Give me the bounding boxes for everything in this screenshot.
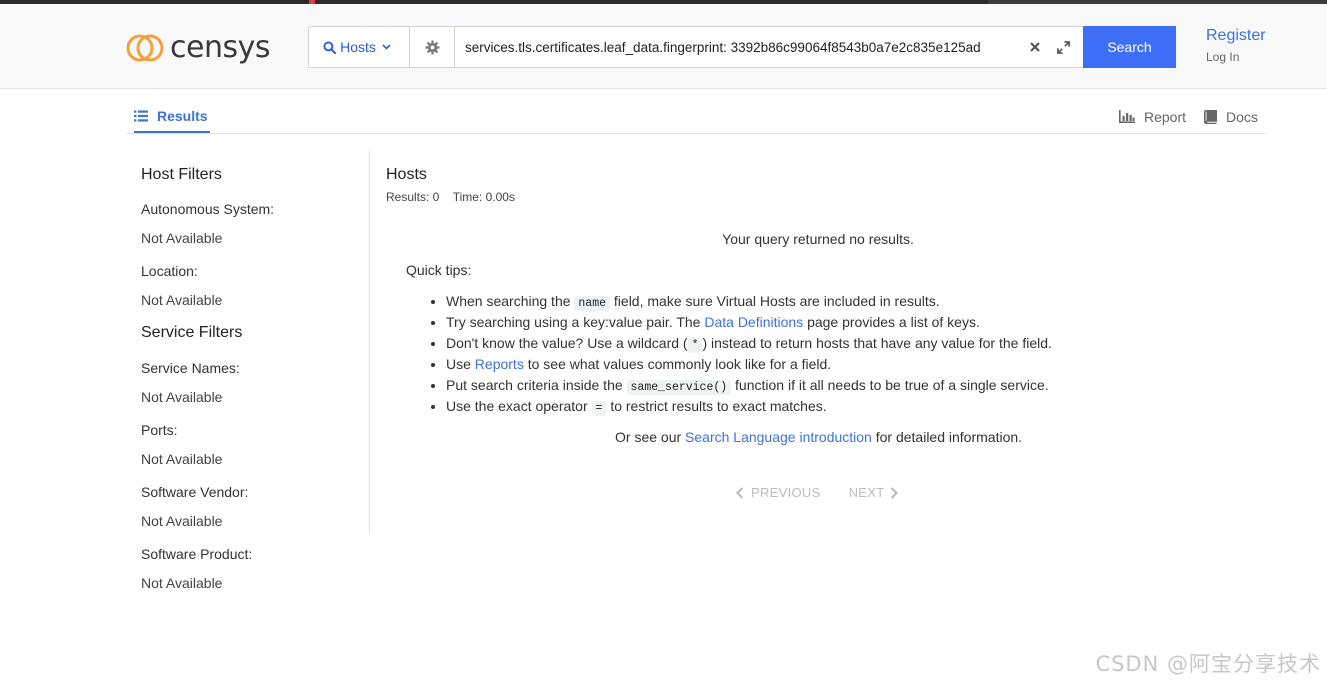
search-language-note: Or see our Search Language introduction … [615,429,1023,445]
report-link-label: Report [1144,108,1187,125]
next-page-button[interactable]: NEXT [849,485,899,500]
register-link[interactable]: Register [1206,27,1266,45]
code-snippet: = [591,401,607,416]
filter-label: Ports: [141,422,178,438]
results-tabbar: Results Report Docs [126,100,1266,134]
results-count: Results: 0 [386,190,440,204]
code-snippet: name [574,296,611,311]
filter-value: Not Available [141,292,223,308]
filter-value: Not Available [141,513,223,529]
filter-label: Software Vendor: [141,484,249,500]
close-icon [1030,42,1040,52]
list-item: Try searching using a key:value pair. Th… [446,312,1052,333]
search-button[interactable]: Search [1083,26,1176,68]
docs-link[interactable]: Docs [1204,100,1258,133]
docs-link-label: Docs [1226,108,1258,125]
book-icon [1204,109,1217,124]
search-bar: Hosts services.tls.certificates.leaf_dat… [308,26,1176,68]
no-results-message: Your query returned no results. [722,231,914,247]
list-item: Don't know the value? Use a wildcard (*)… [446,333,1052,354]
list-icon [134,110,148,121]
filter-value: Not Available [141,451,223,467]
login-link[interactable]: Log In [1206,50,1239,64]
bar-chart-icon [1119,110,1135,123]
filter-label: Location: [141,263,198,279]
tab-results[interactable]: Results [134,100,210,133]
pagination: PREVIOUS NEXT [736,485,899,500]
chevron-down-icon [382,44,391,50]
filter-label: Software Product: [141,546,253,562]
list-item: Use the exact operator = to restrict res… [446,396,1052,417]
filter-value: Not Available [141,389,223,405]
code-snippet: same_service() [626,380,732,395]
search-query-input[interactable] [455,27,1021,67]
search-scope-select[interactable]: Hosts [309,27,410,67]
censys-logo[interactable]: censys [126,30,270,66]
gear-icon [424,39,440,55]
sidebar-divider [369,150,370,534]
list-item: Put search criteria inside the same_serv… [446,375,1052,396]
report-link[interactable]: Report [1119,100,1186,133]
filter-label: Autonomous System: [141,201,275,217]
results-meta: Results: 0 Time: 0.00s [386,190,515,204]
reports-link[interactable]: Reports [475,356,524,372]
search-language-link[interactable]: Search Language introduction [685,429,872,445]
service-filters-heading: Service Filters [141,324,243,341]
code-snippet: * [687,338,703,353]
previous-page-button[interactable]: PREVIOUS [736,485,821,500]
tab-results-label: Results [157,107,208,124]
censys-logo-icon [126,34,164,62]
expand-icon [1056,40,1070,54]
logo-wordmark: censys [170,30,270,65]
clear-query-button[interactable] [1021,27,1049,67]
expand-query-button[interactable] [1049,27,1077,67]
list-item: Use Reports to see what values commonly … [446,354,1052,375]
list-item: When searching the name field, make sure… [446,291,1052,312]
page-title: Hosts [386,166,427,183]
chevron-left-icon [736,486,744,499]
filter-value: Not Available [141,575,223,591]
search-settings-button[interactable] [410,27,455,67]
host-filters-heading: Host Filters [141,166,222,183]
data-definitions-link[interactable]: Data Definitions [704,314,803,330]
search-scope-label: Hosts [340,39,376,55]
results-time: Time: 0.00s [452,190,515,204]
chevron-right-icon [891,486,899,499]
filter-value: Not Available [141,230,223,246]
quick-tips-label: Quick tips: [406,262,472,278]
watermark: CSDN @阿宝分享技术 [1095,652,1321,676]
quick-tips-list: When searching the name field, make sure… [428,291,1052,417]
search-icon [323,40,337,54]
site-header: censys Hosts services.tls.certificates.l… [0,4,1327,89]
filter-label: Service Names: [141,360,240,376]
